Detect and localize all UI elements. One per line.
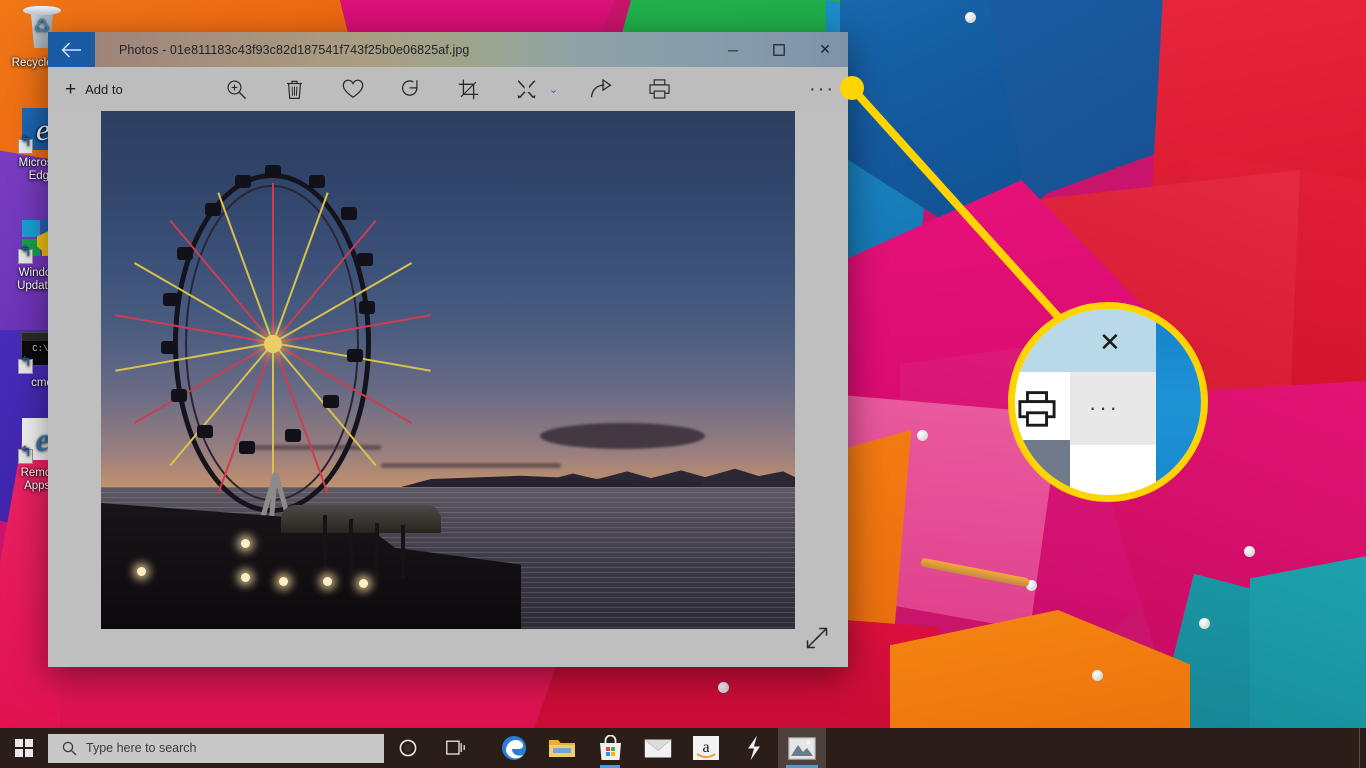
- print-button[interactable]: [638, 69, 680, 109]
- system-tray: [1359, 728, 1366, 768]
- start-button[interactable]: [0, 728, 48, 768]
- callout-panel: [1070, 445, 1156, 495]
- add-to-button[interactable]: + Add to: [48, 80, 123, 99]
- heart-icon: [342, 79, 364, 98]
- trash-icon: [287, 80, 303, 99]
- crop-icon: [459, 79, 479, 99]
- expand-arrows-icon: [806, 627, 828, 649]
- taskbar-app-microsoft-store[interactable]: [586, 728, 634, 768]
- crop-button[interactable]: [448, 69, 490, 109]
- lightning-bolt-icon: [748, 735, 760, 761]
- amazon-icon: a: [693, 736, 719, 760]
- lenticular-cloud: [540, 423, 705, 449]
- taskbar-app-amazon[interactable]: a: [682, 728, 730, 768]
- search-input[interactable]: Type here to search: [48, 733, 384, 763]
- umbrella-tip: [718, 682, 729, 693]
- photos-icon: [788, 736, 816, 760]
- share-icon: [590, 79, 612, 98]
- windows-logo-icon: [14, 738, 34, 758]
- full-screen-button[interactable]: [802, 623, 832, 653]
- photo-image[interactable]: [101, 111, 795, 629]
- task-view-button[interactable]: [432, 728, 480, 768]
- maximize-corner-icon: [1023, 317, 1039, 333]
- umbrella-tip: [965, 12, 976, 23]
- umbrella-tip: [1092, 670, 1103, 681]
- minimize-button[interactable]: ─: [710, 32, 756, 67]
- print-icon: [1017, 391, 1057, 432]
- rotate-icon: [402, 79, 418, 96]
- mail-icon: [644, 738, 672, 757]
- close-button[interactable]: ✕: [802, 32, 848, 67]
- cloud: [381, 463, 561, 468]
- edge-icon: [502, 736, 526, 760]
- print-icon: [649, 79, 670, 99]
- add-to-label: Add to: [85, 81, 123, 97]
- taskbar-app-photos[interactable]: [778, 728, 826, 768]
- back-button[interactable]: [48, 32, 95, 67]
- window-title: Photos - 01e811183c43f93c82d187541f743f2…: [119, 42, 470, 57]
- edit-create-button[interactable]: [506, 69, 548, 109]
- umbrella-tip: [1244, 546, 1255, 557]
- edit-create-icon: [517, 79, 536, 99]
- plus-icon: +: [65, 78, 77, 100]
- maximize-icon: [773, 43, 785, 56]
- search-icon: [62, 741, 77, 755]
- cortana-button[interactable]: [384, 728, 432, 768]
- taskbar-app-mail[interactable]: [634, 728, 682, 768]
- maximize-button[interactable]: [756, 32, 802, 67]
- photo-canvas: [48, 111, 848, 667]
- svg-text:a: a: [702, 739, 709, 756]
- umbrella-tip: [917, 430, 928, 441]
- windows-taskbar: Type here to search a: [0, 728, 1366, 768]
- rotate-button[interactable]: [390, 69, 432, 109]
- ferris-wheel: [115, 165, 431, 601]
- window-titlebar[interactable]: Photos - 01e811183c43f93c82d187541f743f2…: [48, 32, 848, 67]
- photos-toolbar: + Add to ⌄ ···: [48, 67, 848, 111]
- share-button[interactable]: [580, 69, 622, 109]
- chevron-down-icon[interactable]: ⌄: [549, 83, 564, 96]
- see-more-icon: ···: [1089, 395, 1120, 420]
- toolbar-icon-group: ⌄: [48, 69, 848, 109]
- callout-magnifier: ✕ ···: [1008, 302, 1208, 502]
- callout-wallpaper: [1156, 309, 1201, 495]
- taskbar-app-edge[interactable]: [490, 728, 538, 768]
- callout-marker-dot: [840, 76, 864, 100]
- task-view-icon: [446, 740, 465, 755]
- close-icon: ✕: [1099, 327, 1121, 357]
- taskbar-app-file-explorer[interactable]: [538, 728, 586, 768]
- edit-create-group[interactable]: ⌄: [506, 69, 564, 109]
- folder-icon: [549, 740, 575, 757]
- callout-panel: [1015, 440, 1070, 495]
- desktop-screen: Recycle Bin e Microsoft Edge Windows Upd…: [0, 0, 1366, 768]
- favorite-button[interactable]: [332, 69, 374, 109]
- umbrella-tip: [1199, 618, 1210, 629]
- delete-button[interactable]: [274, 69, 316, 109]
- search-placeholder: Type here to search: [86, 741, 197, 755]
- zoom-icon: [227, 79, 247, 99]
- show-desktop-button[interactable]: [1359, 728, 1366, 768]
- pier-building: [281, 505, 441, 533]
- store-bag-icon: [599, 735, 621, 760]
- photos-app-window: Photos - 01e811183c43f93c82d187541f743f2…: [48, 32, 848, 667]
- zoom-button[interactable]: [216, 69, 258, 109]
- taskbar-app-lightning[interactable]: [730, 728, 778, 768]
- back-arrow-icon: [61, 41, 81, 58]
- cortana-icon: [399, 739, 417, 757]
